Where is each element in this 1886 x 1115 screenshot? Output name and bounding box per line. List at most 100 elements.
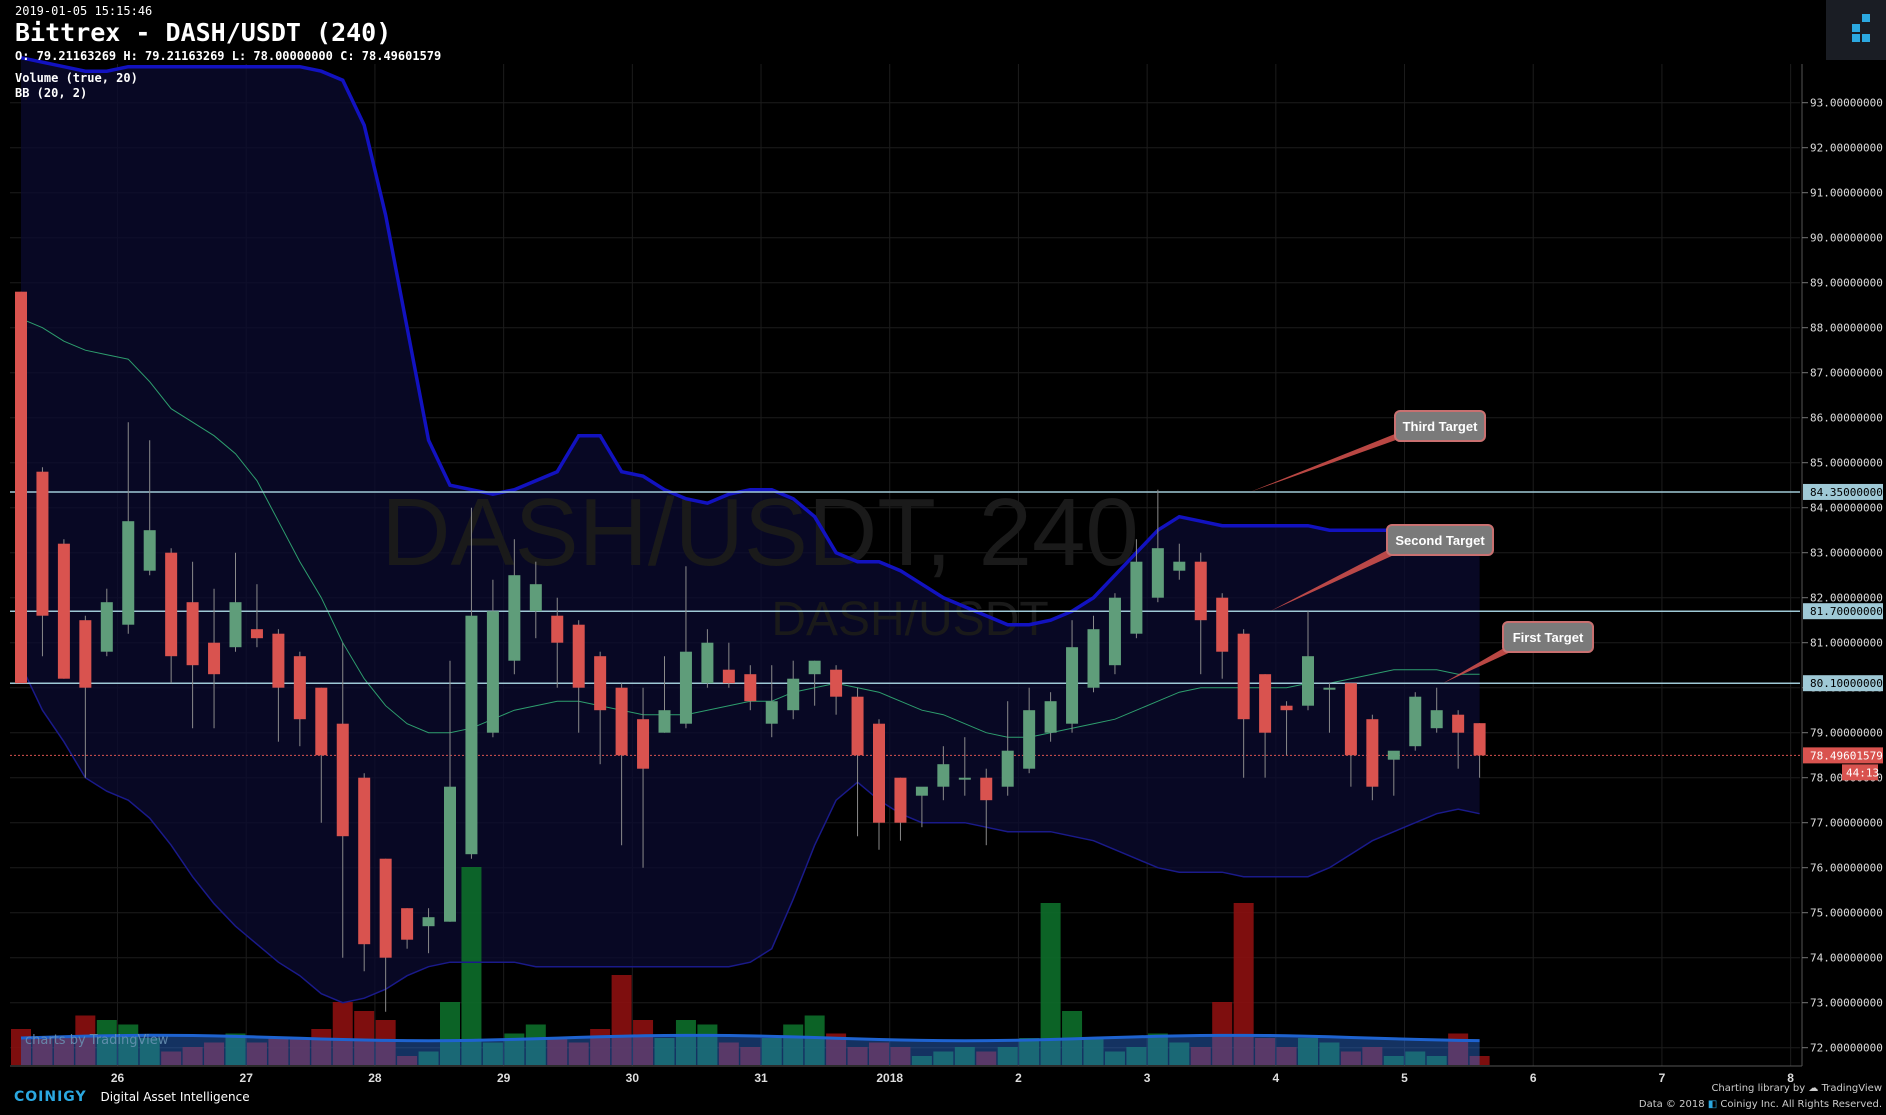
time-tick-label: 3 bbox=[1144, 1071, 1151, 1085]
price-tick-label: 73.00000000 bbox=[1810, 997, 1883, 1010]
price-tick-label: 76.00000000 bbox=[1810, 862, 1883, 875]
candle-body bbox=[980, 777, 993, 801]
candle-body bbox=[1044, 701, 1057, 733]
candle-body bbox=[100, 602, 113, 652]
candle-body bbox=[1259, 674, 1272, 733]
candle-body bbox=[765, 701, 778, 724]
candle-body bbox=[722, 669, 735, 684]
candle-body bbox=[637, 719, 650, 769]
candle-body bbox=[57, 543, 70, 679]
time-tick-label: 31 bbox=[754, 1071, 768, 1085]
price-tick-label: 82.00000000 bbox=[1810, 592, 1883, 605]
candle-body bbox=[336, 723, 349, 837]
time-tick-label: 26 bbox=[111, 1071, 125, 1085]
candle-body bbox=[1409, 696, 1422, 747]
price-tick-label: 90.00000000 bbox=[1810, 232, 1883, 245]
copyright-text-2: Coinigy Inc. All Rights Reserved. bbox=[1720, 1099, 1882, 1110]
price-chart[interactable]: DASH/USDT, 240DASH/USDTThird TargetSecon… bbox=[0, 0, 1886, 1115]
candle-body bbox=[1280, 705, 1293, 711]
candle-body bbox=[379, 858, 392, 958]
candle-body bbox=[830, 669, 843, 697]
footer-tagline: Digital Asset Intelligence bbox=[100, 1090, 250, 1104]
annotation-label: Third Target bbox=[1403, 419, 1479, 434]
candle-body bbox=[744, 674, 757, 702]
candle-body bbox=[1194, 561, 1207, 621]
tradingview-watermark: charts by TradingView bbox=[25, 1033, 169, 1048]
candle-body bbox=[1023, 710, 1036, 769]
volume-bar bbox=[461, 867, 482, 1065]
candle-body bbox=[851, 696, 864, 756]
countdown-label: 44:13 bbox=[1846, 766, 1879, 779]
candle-body bbox=[1344, 683, 1357, 756]
price-tick-label: 87.00000000 bbox=[1810, 367, 1883, 380]
candle-body bbox=[958, 777, 971, 780]
candle-body bbox=[1066, 647, 1079, 724]
annotation-label: Second Target bbox=[1395, 533, 1485, 548]
candle-body bbox=[1430, 710, 1443, 729]
time-tick-label: 29 bbox=[497, 1071, 511, 1085]
price-badge-label: 81.70000000 bbox=[1810, 605, 1883, 618]
candle-body bbox=[572, 624, 585, 688]
price-tick-label: 84.00000000 bbox=[1810, 502, 1883, 515]
candle-body bbox=[915, 786, 928, 796]
candle-body bbox=[1473, 723, 1486, 756]
price-tick-label: 81.00000000 bbox=[1810, 637, 1883, 650]
candle-body bbox=[1108, 597, 1121, 666]
price-tick-label: 86.00000000 bbox=[1810, 412, 1883, 425]
candle-body bbox=[15, 291, 27, 684]
candle-body bbox=[937, 764, 950, 787]
candle-body bbox=[508, 575, 521, 661]
candle-body bbox=[186, 602, 199, 666]
time-tick-label: 2 bbox=[1015, 1071, 1022, 1085]
time-tick-label: 27 bbox=[240, 1071, 254, 1085]
price-badge-label: 80.10000000 bbox=[1810, 677, 1883, 690]
footer-credits: Charting library by ☁ TradingView Data ©… bbox=[1639, 1081, 1882, 1113]
candle-body bbox=[1130, 561, 1143, 634]
tradingview-icon: ☁ bbox=[1808, 1083, 1819, 1094]
price-tick-label: 74.00000000 bbox=[1810, 952, 1883, 965]
annotation-label: First Target bbox=[1513, 630, 1584, 645]
candle-body bbox=[1151, 548, 1164, 598]
candle-body bbox=[422, 917, 435, 927]
volume-indicator-label[interactable]: Volume (true, 20) bbox=[15, 71, 138, 85]
candle-body bbox=[36, 471, 49, 616]
price-tick-label: 88.00000000 bbox=[1810, 322, 1883, 335]
price-tick-label: 89.00000000 bbox=[1810, 277, 1883, 290]
candle-body bbox=[79, 620, 92, 688]
coinigy-logo-icon[interactable] bbox=[1826, 0, 1886, 60]
candle-body bbox=[1302, 656, 1314, 706]
time-tick-label: 30 bbox=[626, 1071, 640, 1085]
volume-ma-area bbox=[21, 1035, 1480, 1065]
bb-indicator-label[interactable]: BB (20, 2) bbox=[15, 86, 87, 100]
time-tick-label: 6 bbox=[1530, 1071, 1537, 1085]
price-badge-label: 84.35000000 bbox=[1810, 486, 1883, 499]
footer-brand: COINIGY Digital Asset Intelligence bbox=[14, 1089, 250, 1105]
candle-body bbox=[787, 678, 800, 711]
candle-body bbox=[808, 660, 821, 675]
price-tick-label: 92.00000000 bbox=[1810, 142, 1883, 155]
tradingview-link[interactable]: TradingView bbox=[1822, 1083, 1882, 1094]
price-tick-label: 75.00000000 bbox=[1810, 907, 1883, 920]
coinigy-logo-text[interactable]: COINIGY bbox=[14, 1089, 87, 1105]
current-price-label: 78.49601579 bbox=[1810, 749, 1883, 762]
candle-body bbox=[358, 777, 371, 945]
candle-body bbox=[165, 552, 178, 657]
candle-body bbox=[315, 687, 328, 756]
candle-body bbox=[293, 656, 306, 720]
candle-body bbox=[272, 633, 285, 688]
candle-body bbox=[1173, 561, 1186, 571]
time-tick-label: 4 bbox=[1272, 1071, 1279, 1085]
symbol-watermark-small: DASH/USDT bbox=[771, 593, 1048, 646]
candle-body bbox=[1452, 714, 1465, 733]
candle-body bbox=[701, 642, 714, 684]
candle-body bbox=[208, 642, 221, 675]
chart-title: Bittrex - DASH/USDT (240) bbox=[15, 18, 392, 47]
candle-body bbox=[894, 777, 907, 823]
time-tick-label: 5 bbox=[1401, 1071, 1408, 1085]
candle-body bbox=[551, 615, 564, 643]
candle-body bbox=[250, 629, 263, 639]
candle-body bbox=[122, 521, 135, 625]
candle-body bbox=[679, 651, 692, 724]
candle-body bbox=[1001, 750, 1014, 787]
price-tick-label: 72.00000000 bbox=[1810, 1042, 1883, 1055]
